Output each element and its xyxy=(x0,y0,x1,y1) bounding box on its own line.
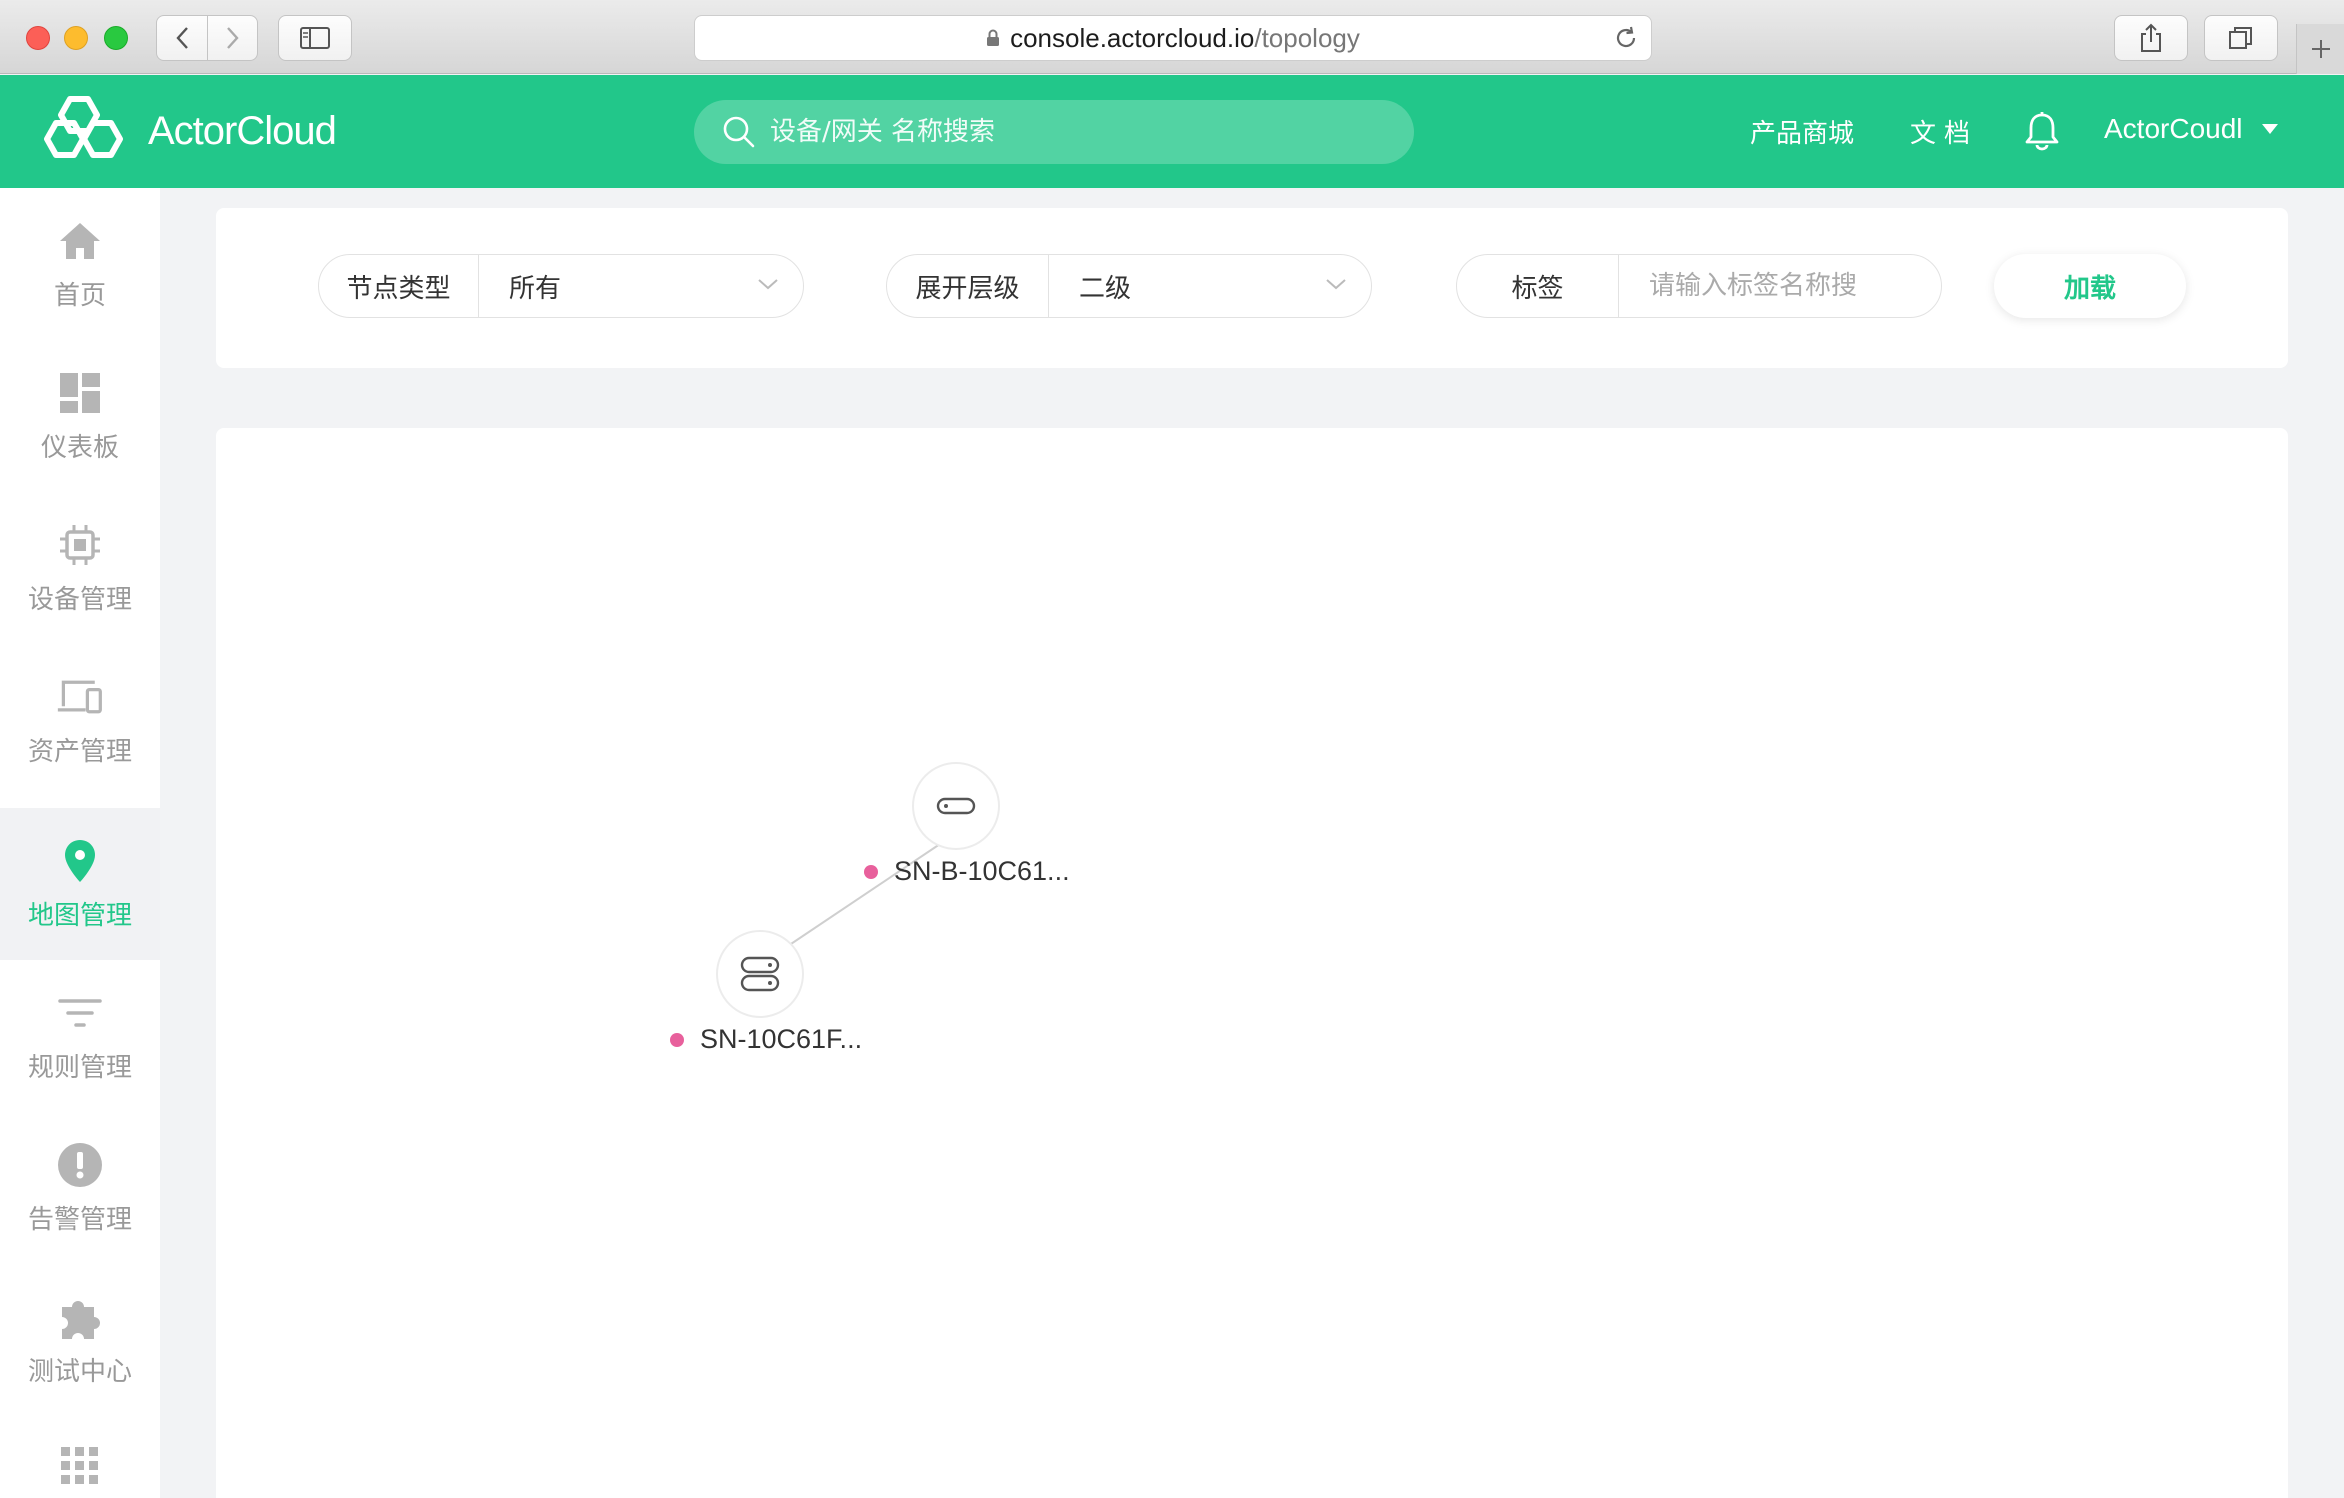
sidebar-item-test-center[interactable]: 测试中心 xyxy=(0,1264,160,1416)
address-bar[interactable]: console.actorcloud.io/topology xyxy=(694,15,1652,61)
forward-button[interactable] xyxy=(207,16,257,60)
devices-icon xyxy=(56,673,104,721)
sidebar-icon xyxy=(300,27,330,49)
sidebar-item-assets[interactable]: 资产管理 xyxy=(0,644,160,796)
topology-node-label: SN-B-10C61... xyxy=(864,856,1070,887)
sidebar-item-label: 仪表板 xyxy=(40,432,119,463)
dashboard-icon xyxy=(56,369,104,417)
tabs-overview-button[interactable] xyxy=(2204,15,2278,61)
expand-level-value[interactable]: 二级 xyxy=(1049,255,1371,317)
tag-search[interactable]: 标签 xyxy=(1456,254,1942,318)
expand-level-select[interactable]: 展开层级 二级 xyxy=(886,254,1372,318)
brand-name: ActorCloud xyxy=(148,108,337,153)
home-icon xyxy=(56,217,104,265)
node-type-value[interactable]: 所有 xyxy=(479,255,803,317)
chevron-right-icon xyxy=(226,27,239,49)
user-name: ActorCoudl xyxy=(2104,113,2243,144)
sidebar-item-rules[interactable]: 规则管理 xyxy=(0,960,160,1112)
node-type-select[interactable]: 节点类型 所有 xyxy=(318,254,804,318)
browser-toolbar: console.actorcloud.io/topology xyxy=(0,0,2344,74)
bell-icon[interactable] xyxy=(2024,111,2060,155)
sidebar-item-label: 规则管理 xyxy=(27,1052,132,1083)
gateway-icon xyxy=(936,797,976,815)
topology-node-server[interactable] xyxy=(716,930,804,1018)
server-icon xyxy=(740,956,780,992)
sidebar-item-more[interactable] xyxy=(0,1416,160,1498)
node-type-label: 节点类型 xyxy=(319,255,479,317)
search-icon xyxy=(723,116,755,148)
topology-node-gateway[interactable] xyxy=(912,762,1000,850)
load-button[interactable]: 加载 xyxy=(1994,254,2186,318)
history-nav xyxy=(156,15,258,61)
sidebar-item-devices[interactable]: 设备管理 xyxy=(0,492,160,644)
nav-link-store[interactable]: 产品商城 xyxy=(1750,113,1854,150)
apps-grid-icon xyxy=(56,1442,104,1490)
share-icon xyxy=(2141,23,2161,52)
global-search[interactable] xyxy=(694,100,1414,164)
sidebar-item-dashboard[interactable]: 仪表板 xyxy=(0,340,160,492)
status-dot xyxy=(670,1032,684,1047)
chevron-left-icon xyxy=(176,27,188,49)
tag-input-wrap[interactable] xyxy=(1619,255,1941,317)
url-domain: console.actorcloud.io xyxy=(1010,22,1255,53)
tag-search-input[interactable] xyxy=(1649,271,1941,301)
new-tab-button[interactable] xyxy=(2296,24,2344,74)
global-search-input[interactable] xyxy=(770,117,1370,147)
topology-edges xyxy=(775,843,941,955)
share-button[interactable] xyxy=(2114,15,2188,61)
brand-logo[interactable]: ActorCloud xyxy=(38,93,337,169)
puzzle-icon xyxy=(56,1293,104,1341)
plus-icon xyxy=(2311,40,2330,58)
zoom-window-button[interactable] xyxy=(104,26,128,50)
map-pin-icon xyxy=(56,837,104,885)
node-type-selected: 所有 xyxy=(509,273,562,304)
lock-icon xyxy=(986,29,1000,47)
user-menu[interactable]: ActorCoudl xyxy=(2104,113,2279,145)
logo-hexagons-icon xyxy=(44,96,123,158)
chevron-down-icon xyxy=(1326,279,1346,290)
sidebar-item-label: 告警管理 xyxy=(27,1204,132,1235)
sidebar-item-alerts[interactable]: 告警管理 xyxy=(0,1112,160,1264)
minimize-window-button[interactable] xyxy=(64,26,88,50)
chevron-down-icon xyxy=(758,279,778,290)
caret-down-icon xyxy=(2261,124,2278,134)
tag-label: 标签 xyxy=(1457,255,1619,317)
filter-icon xyxy=(56,989,104,1037)
topology-filter-bar: 节点类型 所有 展开层级 二级 标签 加载 xyxy=(216,208,2288,368)
expand-level-label: 展开层级 xyxy=(887,255,1049,317)
url-path: /topology xyxy=(1254,22,1360,53)
node-name: SN-B-10C61... xyxy=(894,856,1070,886)
alert-icon xyxy=(56,1141,104,1189)
sidebar-item-map[interactable]: 地图管理 xyxy=(0,808,160,960)
sidebar-item-label: 设备管理 xyxy=(27,584,132,615)
chip-icon xyxy=(56,521,104,569)
expand-level-selected: 二级 xyxy=(1079,273,1132,304)
sidebar-toggle-button[interactable] xyxy=(278,15,352,61)
tabs-icon xyxy=(2229,27,2252,49)
sidebar-item-label: 测试中心 xyxy=(27,1356,132,1387)
sidebar-item-label: 地图管理 xyxy=(27,900,132,931)
sidebar: 首页 仪表板 设备管理 资产管理 地图管理 规则管理 告警管理 测试中心 xyxy=(0,188,160,1498)
nav-link-docs[interactable]: 文档 xyxy=(1910,113,1978,150)
sidebar-item-home[interactable]: 首页 xyxy=(0,188,160,340)
topology-canvas[interactable]: SN-B-10C61... SN-10C61F... xyxy=(216,428,2288,1498)
topology-node-label: SN-10C61F... xyxy=(670,1024,862,1055)
node-name: SN-10C61F... xyxy=(700,1024,863,1054)
back-button[interactable] xyxy=(157,16,207,60)
app-header: ActorCloud 产品商城 文档 ActorCoudl xyxy=(0,75,2344,188)
close-window-button[interactable] xyxy=(26,26,50,50)
status-dot xyxy=(864,864,878,879)
sidebar-item-label: 首页 xyxy=(53,280,106,311)
sidebar-item-label: 资产管理 xyxy=(27,736,132,767)
reload-icon[interactable] xyxy=(1613,25,1639,58)
